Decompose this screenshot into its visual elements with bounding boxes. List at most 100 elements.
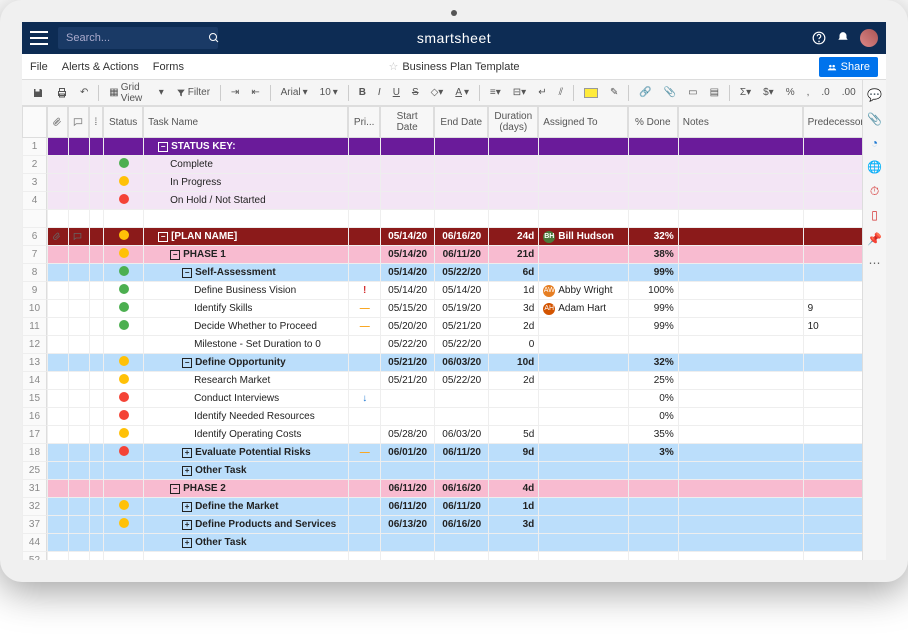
attach-tool-icon[interactable]: 📎 [660, 85, 680, 100]
percent-icon[interactable]: % [782, 85, 799, 100]
menu-forms[interactable]: Forms [153, 61, 184, 73]
table-row[interactable]: 8−Self-Assessment05/14/2005/22/206d99% [22, 264, 886, 282]
format-icon[interactable]: ⫽ [555, 85, 567, 100]
rail-more-icon[interactable]: ⋯ [868, 256, 882, 270]
fillcolor-icon[interactable]: ◇▾ [427, 85, 448, 100]
wrap-icon[interactable]: ↵ [534, 85, 550, 100]
menu-icon[interactable] [30, 31, 48, 45]
align-icon[interactable]: ≡▾ [486, 85, 505, 100]
share-button[interactable]: Share [819, 57, 878, 77]
table-row[interactable]: 25+Other Task [22, 462, 886, 480]
table-row[interactable] [22, 210, 886, 228]
table-row[interactable]: 6−[PLAN NAME]05/14/2006/16/2024dBHBill H… [22, 228, 886, 246]
table-row[interactable]: 52 [22, 552, 886, 560]
highlight-swatch[interactable] [580, 86, 602, 100]
menu-alerts[interactable]: Alerts & Actions [62, 61, 139, 73]
table-row[interactable]: 2Complete [22, 156, 886, 174]
table-row[interactable]: 31−PHASE 206/11/2006/16/204d [22, 480, 886, 498]
done-cell: 3% [628, 444, 678, 462]
table-row[interactable]: 17Identify Operating Costs05/28/2006/03/… [22, 426, 886, 444]
assigned-cell [538, 372, 628, 390]
row-number: 52 [22, 552, 47, 560]
user-avatar[interactable] [860, 29, 878, 47]
end-cell: 06/16/20 [434, 228, 488, 246]
bell-icon[interactable] [836, 31, 850, 45]
underline-icon[interactable]: U [389, 85, 404, 100]
bold-icon[interactable]: B [355, 85, 370, 100]
rail-comment-icon[interactable]: 💬 [868, 88, 882, 102]
undo-icon[interactable]: ↶ [76, 85, 92, 100]
attach-cell [47, 444, 68, 462]
help-icon[interactable] [812, 31, 826, 45]
comment-cell [68, 336, 89, 354]
gridview-dropdown[interactable]: ▦ Grid View ▾ [105, 80, 168, 106]
comma-icon[interactable]: , [803, 85, 814, 100]
table-row[interactable]: 37+Define Products and Services06/13/200… [22, 516, 886, 534]
strike-icon[interactable]: S [408, 85, 423, 100]
table-row[interactable]: 3In Progress [22, 174, 886, 192]
table-row[interactable]: 10Identify Skills—05/15/2005/19/203dAHAd… [22, 300, 886, 318]
table-row[interactable]: 9Define Business Vision!05/14/2005/14/20… [22, 282, 886, 300]
pencil-icon[interactable]: ✎ [606, 85, 622, 100]
duration-cell [488, 534, 538, 552]
comment-cell [68, 444, 89, 462]
save-icon[interactable] [28, 85, 48, 101]
table-row[interactable]: 16Identify Needed Resources0% [22, 408, 886, 426]
table-row[interactable]: 7−PHASE 105/14/2006/11/2021d38% [22, 246, 886, 264]
duration-cell [488, 408, 538, 426]
indent-icon[interactable]: ⇥ [227, 85, 243, 100]
row-number: 16 [22, 408, 47, 426]
table-row[interactable]: 12Milestone - Set Duration to 005/22/200… [22, 336, 886, 354]
status-cell [103, 156, 143, 174]
grid-area[interactable]: ⁞ Status Task Name Pri... Start Date End… [22, 106, 886, 560]
priority-cell: ↓ [348, 390, 380, 408]
rail-activity-icon[interactable]: ⏱ [868, 184, 882, 198]
table-row[interactable]: 18+Evaluate Potential Risks—06/01/2006/1… [22, 444, 886, 462]
filter-button[interactable]: Filter [172, 85, 214, 100]
status-cell [103, 264, 143, 282]
table-row[interactable]: 1−STATUS KEY: [22, 138, 886, 156]
flag-cell [89, 156, 104, 174]
table-row[interactable]: 13−Define Opportunity05/21/2006/03/2010d… [22, 354, 886, 372]
task-cell: In Progress [143, 174, 348, 192]
dec-icon[interactable]: .0 [817, 85, 833, 100]
font-dropdown[interactable]: Arial ▾ [277, 85, 312, 100]
search-box[interactable] [58, 27, 218, 49]
italic-icon[interactable]: I [374, 85, 385, 100]
table-row[interactable]: 11Decide Whether to Proceed—05/20/2005/2… [22, 318, 886, 336]
outdent-icon[interactable]: ⇤ [247, 85, 263, 100]
menu-file[interactable]: File [30, 61, 48, 73]
done-cell [628, 534, 678, 552]
sum-icon[interactable]: Σ▾ [736, 85, 755, 100]
image-icon[interactable]: ▭ [684, 85, 701, 100]
table-row[interactable]: 32+Define the Market06/11/2006/11/201d [22, 498, 886, 516]
search-icon[interactable] [208, 31, 220, 45]
chart-icon[interactable]: ▤ [706, 85, 723, 100]
rail-globe-icon[interactable]: 🌐 [868, 160, 882, 174]
print-icon[interactable] [52, 85, 72, 101]
status-cell [103, 516, 143, 534]
link-icon[interactable]: 🔗 [635, 85, 655, 100]
table-row[interactable]: 44+Other Task [22, 534, 886, 552]
table-row[interactable]: 14Research Market05/21/2005/22/202d25% [22, 372, 886, 390]
rail-form-icon[interactable]: ▯ [868, 208, 882, 222]
comment-cell [68, 282, 89, 300]
row-number: 32 [22, 498, 47, 516]
rail-proof-icon[interactable]: ◔ [868, 136, 882, 150]
fontsize-dropdown[interactable]: 10 ▾ [316, 85, 342, 100]
flag-cell [89, 300, 104, 318]
textcolor-icon[interactable]: A▾ [451, 85, 473, 100]
search-input[interactable] [66, 32, 208, 44]
done-cell: 0% [628, 390, 678, 408]
priority-cell [348, 138, 380, 156]
currency-icon[interactable]: $▾ [759, 85, 778, 100]
valign-icon[interactable]: ⊟▾ [509, 85, 530, 100]
notes-cell [678, 138, 803, 156]
rail-pin-icon[interactable]: 📌 [868, 232, 882, 246]
inc-icon[interactable]: .00 [838, 85, 860, 100]
start-cell: 05/20/20 [380, 318, 434, 336]
rail-attach-icon[interactable]: 📎 [868, 112, 882, 126]
table-row[interactable]: 4On Hold / Not Started [22, 192, 886, 210]
row-number: 4 [22, 192, 47, 210]
table-row[interactable]: 15Conduct Interviews↓0% [22, 390, 886, 408]
